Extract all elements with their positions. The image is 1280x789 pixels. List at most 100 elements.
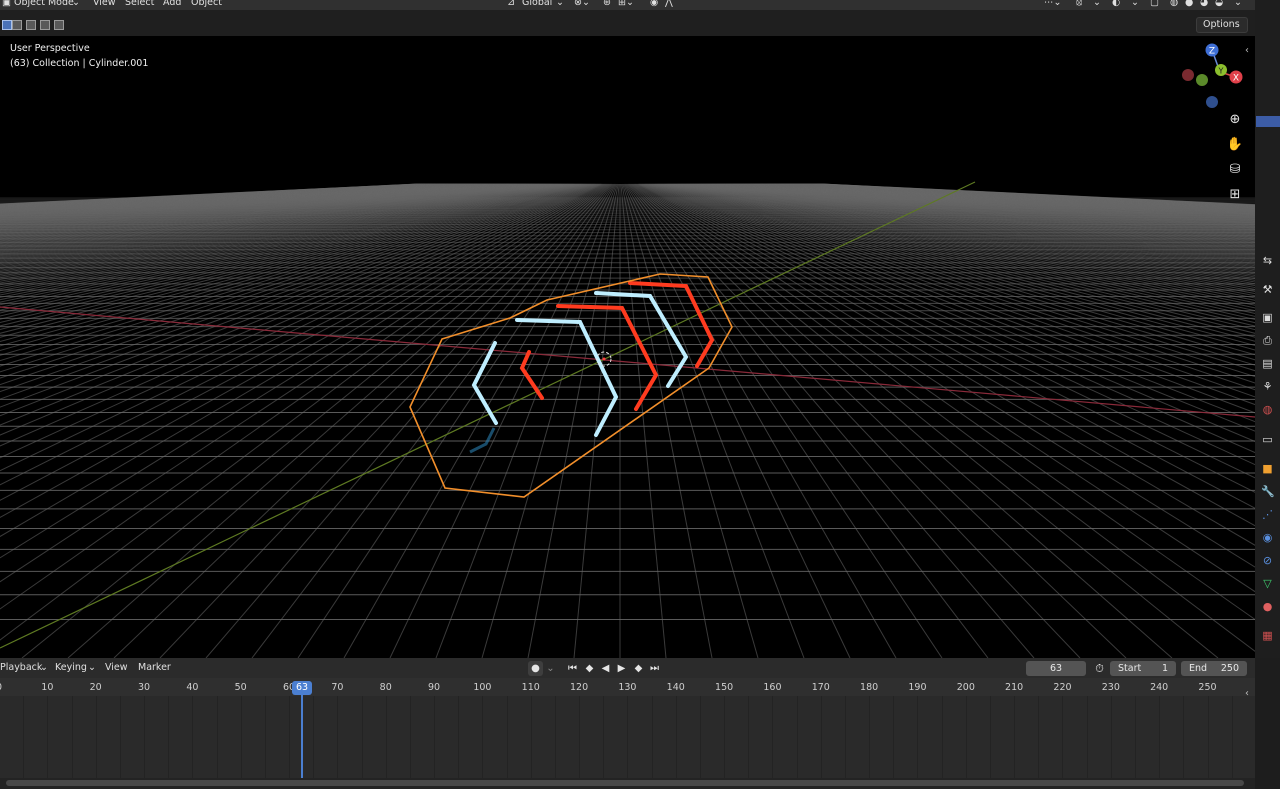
chevron-down-icon: ⌄ bbox=[40, 662, 48, 673]
frame-grid-line bbox=[1062, 696, 1064, 778]
chevron-left-icon[interactable]: ‹ bbox=[1245, 688, 1249, 699]
proportional-edit-icon[interactable]: ◉ bbox=[650, 0, 658, 8]
snap-target-icon[interactable]: ⊞⌄ bbox=[618, 0, 634, 8]
collection-icon[interactable]: ▭ bbox=[1261, 433, 1274, 446]
frame-grid-line bbox=[917, 696, 919, 778]
marker-menu[interactable]: Marker bbox=[138, 662, 171, 673]
frame-grid-line bbox=[458, 696, 460, 778]
current-frame-field[interactable]: 63 bbox=[1026, 661, 1086, 676]
chevron-down-icon: ⌄ bbox=[1131, 0, 1139, 8]
shading-rendered-icon[interactable]: ◒ bbox=[1215, 0, 1223, 8]
floor-grid bbox=[0, 183, 1255, 658]
frame-grid-line bbox=[409, 696, 411, 778]
snap-icon[interactable]: ⊛ bbox=[603, 0, 611, 8]
frame-tick-label: 200 bbox=[956, 682, 975, 693]
frame-tick-label: 130 bbox=[618, 682, 637, 693]
timeline-view-menu[interactable]: View bbox=[105, 662, 128, 673]
camera-icon[interactable]: ⛁ bbox=[1225, 160, 1245, 180]
jump-start-icon[interactable]: ⏮ bbox=[565, 661, 580, 676]
menu-select[interactable]: Select bbox=[125, 0, 154, 8]
frame-grid-line bbox=[71, 696, 73, 778]
sidebar-toggle-icon[interactable]: ‹ bbox=[1245, 45, 1249, 56]
start-label: Start bbox=[1118, 663, 1142, 674]
current-frame-badge[interactable]: 63 bbox=[292, 681, 312, 695]
physics-icon[interactable]: ◉ bbox=[1261, 531, 1274, 544]
orientation-dropdown[interactable]: Global bbox=[522, 0, 552, 8]
options-dropdown[interactable]: Options ⌄ bbox=[1196, 17, 1248, 44]
frame-grid-line bbox=[627, 696, 629, 778]
menu-add[interactable]: Add bbox=[163, 0, 181, 8]
frame-grid-line bbox=[1183, 696, 1185, 778]
visibility-icon[interactable]: ⋯⌄ bbox=[1044, 0, 1061, 8]
frame-tick-label: 160 bbox=[763, 682, 782, 693]
frame-grid-line bbox=[675, 696, 677, 778]
frame-grid-line bbox=[1014, 696, 1016, 778]
zoom-icon[interactable]: ⊕ bbox=[1225, 110, 1245, 130]
texture-icon[interactable]: ▦ bbox=[1261, 629, 1274, 642]
xray-icon[interactable]: ▢ bbox=[1150, 0, 1159, 8]
frame-tick-label: 80 bbox=[379, 682, 392, 693]
shading-wireframe-icon[interactable]: ◍ bbox=[1170, 0, 1178, 8]
frame-grid-line bbox=[192, 696, 194, 778]
navigation-gizmo: Z Y X bbox=[1182, 43, 1243, 108]
jump-end-icon[interactable]: ⏭ bbox=[647, 661, 662, 676]
menu-view[interactable]: View bbox=[93, 0, 116, 8]
constraints-icon[interactable]: ⊘ bbox=[1261, 554, 1274, 567]
play-reverse-icon[interactable]: ◀ bbox=[598, 661, 613, 676]
frame-grid-line bbox=[216, 696, 218, 778]
select-intersect-icon[interactable] bbox=[54, 20, 64, 30]
frame-grid-line bbox=[264, 696, 266, 778]
end-frame-field[interactable]: End 250 bbox=[1181, 661, 1247, 676]
scene-icon[interactable]: ▤ bbox=[1261, 357, 1274, 370]
view-layer-icon[interactable]: ⎙ bbox=[1261, 334, 1274, 347]
frame-grid-line bbox=[506, 696, 508, 778]
play-icon[interactable]: ▶ bbox=[614, 661, 629, 676]
end-label: End bbox=[1189, 663, 1208, 674]
object-icon[interactable]: ■ bbox=[1261, 462, 1274, 475]
frame-grid-line bbox=[772, 696, 774, 778]
scrollbar-thumb[interactable] bbox=[6, 780, 1244, 786]
frame-grid-line bbox=[603, 696, 605, 778]
grid-icon[interactable]: ⊞ bbox=[1225, 185, 1245, 205]
overlays-icon[interactable]: ◐ bbox=[1112, 0, 1120, 8]
gizmo-toggle-icon[interactable]: ⦻ bbox=[1076, 0, 1082, 8]
frame-grid-line bbox=[554, 696, 556, 778]
data-icon[interactable]: ▽ bbox=[1261, 577, 1274, 590]
tool-icon[interactable]: ⇆ bbox=[1261, 254, 1274, 267]
shading-material-icon[interactable]: ◕ bbox=[1200, 0, 1208, 8]
playhead[interactable] bbox=[301, 690, 303, 778]
render-icon[interactable]: ⚒ bbox=[1261, 283, 1274, 296]
mode-icon: ▣ bbox=[2, 0, 11, 8]
select-invert-icon[interactable] bbox=[40, 20, 50, 30]
keying-menu[interactable]: Keying bbox=[55, 662, 87, 673]
frame-grid-line bbox=[796, 696, 798, 778]
select-subtract-icon[interactable] bbox=[26, 20, 36, 30]
stopwatch-icon[interactable]: ⏱ bbox=[1092, 661, 1107, 676]
prev-keyframe-icon[interactable]: ◆ bbox=[582, 661, 597, 676]
object-mode-dropdown[interactable]: Object Mode bbox=[14, 0, 74, 8]
particles-icon[interactable]: ⋰ bbox=[1261, 508, 1274, 521]
frame-tick-label: 10 bbox=[41, 682, 54, 693]
pivot-icon[interactable]: ⊗⌄ bbox=[574, 0, 590, 8]
record-icon[interactable]: ● bbox=[528, 661, 543, 676]
select-extend-icon[interactable] bbox=[12, 20, 22, 30]
falloff-icon[interactable]: ⋀ bbox=[665, 0, 673, 8]
world-icon[interactable]: ◍ bbox=[1261, 403, 1274, 416]
modifier-icon[interactable]: 🔧 bbox=[1261, 485, 1275, 498]
select-new-icon[interactable] bbox=[2, 20, 12, 30]
start-frame-field[interactable]: Start 1 bbox=[1110, 661, 1176, 676]
frame-grid-line bbox=[1134, 696, 1136, 778]
3d-viewport[interactable]: Z Y X bbox=[0, 36, 1255, 658]
material-icon[interactable]: ● bbox=[1261, 600, 1274, 613]
frame-grid-line bbox=[820, 696, 822, 778]
menu-object[interactable]: Object bbox=[191, 0, 222, 8]
output-icon[interactable]: ▣ bbox=[1261, 311, 1274, 324]
next-keyframe-icon[interactable]: ◆ bbox=[631, 661, 646, 676]
playback-menu[interactable]: Playback bbox=[0, 662, 42, 673]
frame-tick-label: 190 bbox=[908, 682, 927, 693]
hand-icon[interactable]: ✋ bbox=[1225, 135, 1245, 155]
world-icon[interactable]: ⚘ bbox=[1261, 380, 1274, 393]
shading-solid-icon[interactable]: ● bbox=[1185, 0, 1193, 8]
svg-text:Z: Z bbox=[1209, 47, 1215, 57]
frame-grid-line bbox=[385, 696, 387, 778]
